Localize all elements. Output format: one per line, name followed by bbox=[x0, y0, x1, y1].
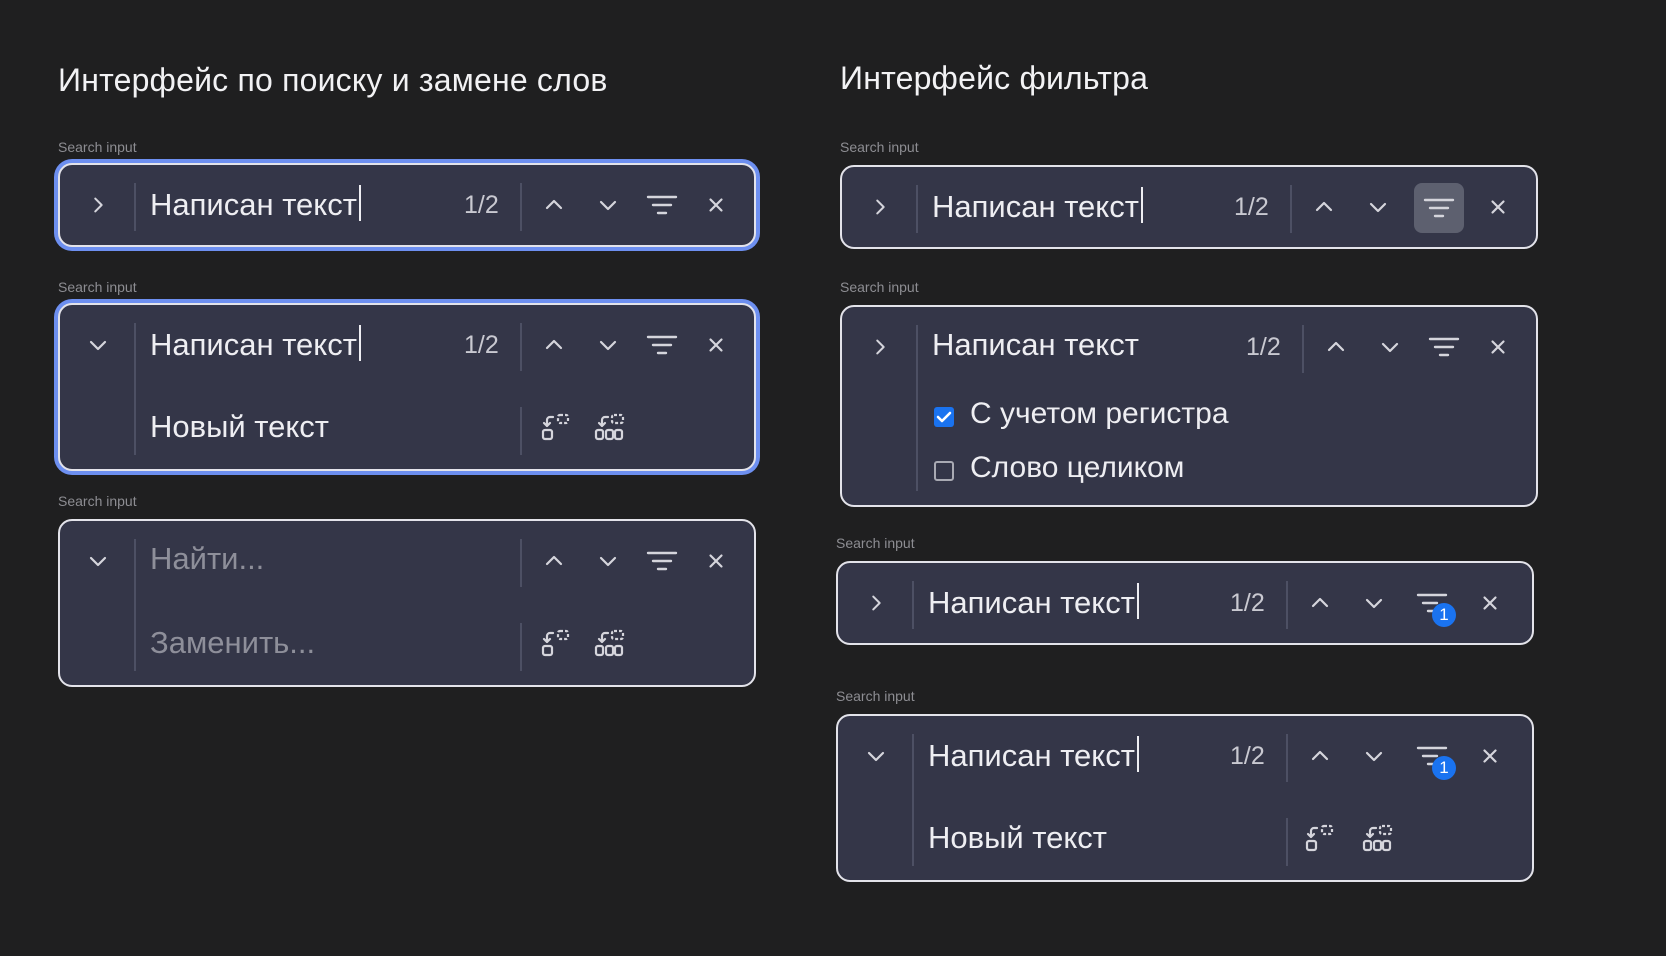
replace-input[interactable]: Заменить... bbox=[150, 625, 315, 661]
chevron-right-icon[interactable] bbox=[860, 187, 900, 227]
chevron-right-icon[interactable] bbox=[78, 185, 118, 225]
divider bbox=[1302, 325, 1304, 373]
divider bbox=[1286, 818, 1288, 866]
search-replace-widget-focused: Написан текст 1/2 Новый текст bbox=[58, 303, 756, 471]
divider bbox=[1286, 734, 1288, 782]
text-caret bbox=[1136, 736, 1139, 772]
chevron-down-icon[interactable] bbox=[78, 325, 118, 365]
search-input-caption: Search input bbox=[840, 279, 919, 295]
arrow-down-icon[interactable] bbox=[1358, 187, 1398, 227]
search-replace-widget-empty: Найти... Заменить... bbox=[58, 519, 756, 687]
filter-icon[interactable] bbox=[642, 325, 682, 365]
chevron-down-icon[interactable] bbox=[856, 736, 896, 776]
divider bbox=[916, 325, 918, 491]
divider bbox=[520, 539, 522, 587]
replace-icon[interactable] bbox=[536, 623, 576, 663]
search-input[interactable]: Написан текст bbox=[150, 325, 361, 363]
divider bbox=[520, 323, 522, 371]
close-icon[interactable] bbox=[696, 325, 736, 365]
arrow-down-icon[interactable] bbox=[1354, 583, 1394, 623]
search-input[interactable]: Написан текст bbox=[928, 736, 1139, 774]
match-case-checkbox[interactable] bbox=[934, 407, 954, 427]
replace-input[interactable]: Новый текст bbox=[928, 820, 1107, 856]
chevron-down-icon[interactable] bbox=[78, 541, 118, 581]
search-widget-filter-badge: Написан текст 1/2 1 bbox=[836, 561, 1534, 645]
search-input-caption: Search input bbox=[836, 535, 915, 551]
search-input[interactable]: Написан текст bbox=[150, 185, 361, 223]
search-input[interactable]: Найти... bbox=[150, 541, 264, 577]
match-counter: 1/2 bbox=[1230, 742, 1265, 770]
arrow-down-icon[interactable] bbox=[1370, 327, 1410, 367]
search-replace-widget-filter-badge: Написан текст 1/2 1 Новый текст bbox=[836, 714, 1534, 882]
divider bbox=[1290, 185, 1292, 233]
arrow-down-icon[interactable] bbox=[1354, 736, 1394, 776]
right-section-title: Интерфейс фильтра bbox=[840, 60, 1149, 96]
search-input-caption: Search input bbox=[58, 493, 137, 509]
match-counter: 1/2 bbox=[1246, 333, 1281, 361]
divider bbox=[134, 323, 136, 455]
filter-count-badge: 1 bbox=[1432, 756, 1456, 780]
match-counter: 1/2 bbox=[464, 191, 499, 219]
arrow-up-icon[interactable] bbox=[1304, 187, 1344, 227]
match-counter: 1/2 bbox=[1234, 193, 1269, 221]
arrow-up-icon[interactable] bbox=[534, 185, 574, 225]
filter-icon[interactable] bbox=[642, 185, 682, 225]
match-counter: 1/2 bbox=[464, 331, 499, 359]
match-counter: 1/2 bbox=[1230, 589, 1265, 617]
arrow-down-icon[interactable] bbox=[588, 325, 628, 365]
arrow-up-icon[interactable] bbox=[534, 325, 574, 365]
divider bbox=[912, 581, 914, 629]
divider bbox=[1286, 581, 1288, 629]
divider bbox=[520, 623, 522, 671]
divider bbox=[912, 734, 914, 866]
search-widget-filter-options: Написан текст 1/2 С учетом регистра Слов… bbox=[840, 305, 1538, 507]
filter-icon[interactable] bbox=[642, 541, 682, 581]
arrow-up-icon[interactable] bbox=[534, 541, 574, 581]
left-section-title: Интерфейс по поиску и замене слов bbox=[58, 62, 608, 98]
arrow-up-icon[interactable] bbox=[1316, 327, 1356, 367]
arrow-up-icon[interactable] bbox=[1300, 736, 1340, 776]
close-icon[interactable] bbox=[1478, 187, 1518, 227]
search-input-caption: Search input bbox=[836, 688, 915, 704]
arrow-up-icon[interactable] bbox=[1300, 583, 1340, 623]
text-caret bbox=[1136, 583, 1139, 619]
whole-word-label: Слово целиком bbox=[970, 451, 1185, 484]
divider bbox=[134, 183, 136, 231]
search-input[interactable]: Написан текст bbox=[932, 327, 1139, 363]
close-icon[interactable] bbox=[696, 541, 736, 581]
filter-count-badge: 1 bbox=[1432, 603, 1456, 627]
replace-input[interactable]: Новый текст bbox=[150, 409, 329, 445]
close-icon[interactable] bbox=[696, 185, 736, 225]
search-widget-collapsed-focused: Написан текст 1/2 bbox=[58, 163, 756, 247]
text-caret bbox=[1140, 187, 1143, 223]
arrow-down-icon[interactable] bbox=[588, 541, 628, 581]
close-icon[interactable] bbox=[1470, 583, 1510, 623]
divider bbox=[134, 539, 136, 671]
chevron-right-icon[interactable] bbox=[856, 583, 896, 623]
close-icon[interactable] bbox=[1470, 736, 1510, 776]
replace-all-icon[interactable] bbox=[590, 623, 630, 663]
replace-icon[interactable] bbox=[536, 407, 576, 447]
arrow-down-icon[interactable] bbox=[588, 185, 628, 225]
filter-icon[interactable] bbox=[1424, 327, 1464, 367]
search-input[interactable]: Написан текст bbox=[932, 187, 1143, 225]
close-icon[interactable] bbox=[1478, 327, 1518, 367]
divider bbox=[520, 407, 522, 455]
match-case-label: С учетом регистра bbox=[970, 397, 1229, 430]
filter-icon[interactable] bbox=[1414, 183, 1464, 233]
chevron-right-icon[interactable] bbox=[860, 327, 900, 367]
text-caret bbox=[358, 185, 361, 221]
whole-word-checkbox[interactable] bbox=[934, 461, 954, 481]
search-input-caption: Search input bbox=[840, 139, 919, 155]
divider bbox=[520, 183, 522, 231]
text-caret bbox=[358, 325, 361, 361]
search-widget-filter-active: Написан текст 1/2 bbox=[840, 165, 1538, 249]
divider bbox=[916, 185, 918, 233]
search-input[interactable]: Написан текст bbox=[928, 583, 1139, 621]
search-input-caption: Search input bbox=[58, 139, 137, 155]
search-input-caption: Search input bbox=[58, 279, 137, 295]
replace-all-icon[interactable] bbox=[590, 407, 630, 447]
replace-icon[interactable] bbox=[1300, 818, 1340, 858]
replace-all-icon[interactable] bbox=[1358, 818, 1398, 858]
